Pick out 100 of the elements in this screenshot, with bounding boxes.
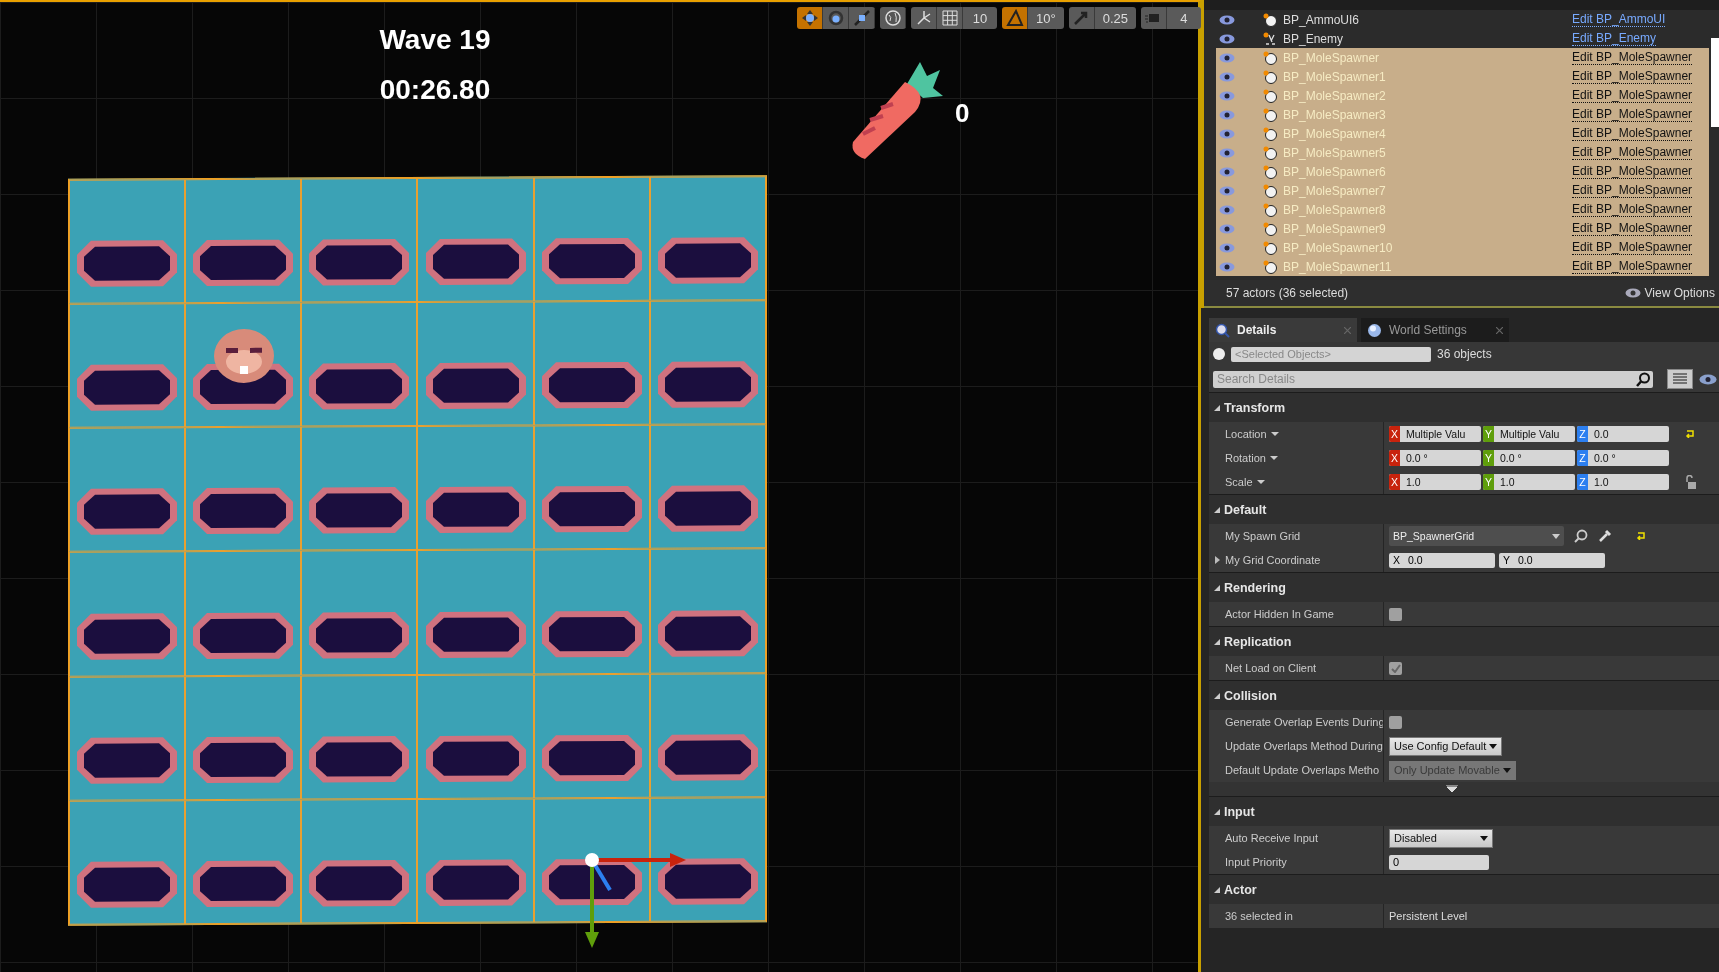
- eye-icon[interactable]: [1219, 223, 1235, 234]
- combo-box[interactable]: Use Config Default: [1389, 736, 1503, 756]
- number-field[interactable]: Y 0.0: [1499, 552, 1605, 568]
- eye-icon[interactable]: [1219, 261, 1235, 272]
- section-header[interactable]: Input: [1224, 804, 1255, 819]
- dropdown[interactable]: Disabled: [1389, 828, 1493, 848]
- number-field[interactable]: Y Multiple Valu: [1483, 426, 1575, 442]
- rotate-tool-button[interactable]: [823, 7, 849, 29]
- number-field[interactable]: Z 0.0 °: [1577, 450, 1669, 466]
- number-field[interactable]: Y 1.0: [1483, 474, 1575, 490]
- section-header[interactable]: Default: [1224, 502, 1267, 517]
- eye-icon[interactable]: [1219, 242, 1235, 253]
- checkbox[interactable]: [1389, 661, 1402, 675]
- eyedropper-icon[interactable]: [1598, 529, 1612, 543]
- search-icon[interactable]: [1636, 371, 1651, 387]
- edit-blueprint-link[interactable]: Edit BP_MoleSpawner: [1572, 88, 1693, 103]
- section-header[interactable]: Replication: [1224, 634, 1292, 649]
- edit-blueprint-link[interactable]: Edit BP_MoleSpawner: [1572, 145, 1693, 160]
- outliner-row[interactable]: BP_MoleSpawner7 Edit BP_MoleSpawner: [1216, 181, 1709, 200]
- snap-value-dropdown[interactable]: 0.25: [1094, 7, 1136, 29]
- number-field[interactable]: Z 1.0: [1577, 474, 1669, 490]
- surface-tool-button[interactable]: [911, 7, 937, 29]
- selected-objects-field[interactable]: <Selected Objects>: [1231, 346, 1431, 362]
- outliner-row[interactable]: BP_MoleSpawner5 Edit BP_MoleSpawner: [1216, 143, 1709, 162]
- outliner-row[interactable]: BP_MoleSpawner10 Edit BP_MoleSpawner: [1216, 238, 1709, 257]
- level-viewport[interactable]: Wave 19 00:26.80 0 10 10° 0.25 4: [0, 0, 1201, 972]
- edit-blueprint-link[interactable]: Edit BP_MoleSpawner: [1572, 126, 1693, 141]
- checkbox[interactable]: [1389, 715, 1402, 729]
- browse-icon[interactable]: [1574, 529, 1588, 543]
- eye-icon[interactable]: [1219, 33, 1235, 44]
- edit-blueprint-link[interactable]: Edit BP_MoleSpawner: [1572, 221, 1693, 236]
- eye-icon[interactable]: [1219, 128, 1235, 139]
- eye-icon[interactable]: [1219, 14, 1235, 25]
- section-header[interactable]: Collision: [1224, 688, 1277, 703]
- section-header[interactable]: Rendering: [1224, 580, 1286, 595]
- caret-icon[interactable]: [1270, 432, 1279, 436]
- outliner-row[interactable]: BP_AmmoUI6 Edit BP_AmmoUI: [1216, 10, 1709, 29]
- outliner-row[interactable]: BP_MoleSpawner9 Edit BP_MoleSpawner: [1216, 219, 1709, 238]
- number-field[interactable]: X Multiple Valu: [1389, 426, 1481, 442]
- number-field[interactable]: Z 0.0: [1577, 426, 1669, 442]
- expand-arrow-icon[interactable]: [1214, 404, 1220, 411]
- grid-tool-button[interactable]: [937, 7, 963, 29]
- edit-blueprint-link[interactable]: Edit BP_MoleSpawner: [1572, 259, 1693, 274]
- outliner-row[interactable]: BP_Enemy Edit BP_Enemy: [1216, 29, 1709, 48]
- snap-value-dropdown[interactable]: 10°: [1028, 7, 1064, 29]
- eye-icon[interactable]: [1219, 166, 1235, 177]
- outliner-row[interactable]: BP_MoleSpawner1 Edit BP_MoleSpawner: [1216, 67, 1709, 86]
- padlock-icon[interactable]: [1685, 475, 1697, 489]
- view-options-button[interactable]: View Options: [1624, 286, 1715, 300]
- eye-icon[interactable]: [1219, 52, 1235, 63]
- expand-arrow-icon[interactable]: [1215, 556, 1220, 564]
- outliner-row[interactable]: BP_MoleSpawner Edit BP_MoleSpawner: [1216, 48, 1709, 67]
- angle-tool-button[interactable]: [1002, 7, 1028, 29]
- section-header[interactable]: Actor: [1224, 882, 1257, 897]
- expand-arrow-icon[interactable]: [1214, 692, 1220, 699]
- edit-blueprint-link[interactable]: Edit BP_MoleSpawner: [1572, 202, 1693, 217]
- close-icon[interactable]: [1496, 326, 1503, 334]
- expand-arrow-icon[interactable]: [1214, 638, 1220, 645]
- number-field[interactable]: 0: [1389, 854, 1489, 870]
- caret-icon[interactable]: [1270, 456, 1278, 460]
- snap-value-dropdown[interactable]: 10: [963, 7, 997, 29]
- number-field[interactable]: X 1.0: [1389, 474, 1481, 490]
- number-field[interactable]: X 0.0: [1389, 552, 1495, 568]
- section-header[interactable]: Transform: [1224, 400, 1286, 415]
- checkbox[interactable]: [1389, 607, 1402, 621]
- number-field[interactable]: Y 0.0 °: [1483, 450, 1575, 466]
- eye-icon[interactable]: [1699, 373, 1717, 385]
- panel-tab[interactable]: World Settings: [1361, 318, 1509, 342]
- expand-arrow-icon[interactable]: [1214, 584, 1220, 591]
- snap-value-dropdown[interactable]: 4: [1167, 7, 1201, 29]
- number-field[interactable]: X 0.0 °: [1389, 450, 1481, 466]
- edit-blueprint-link[interactable]: Edit BP_MoleSpawner: [1572, 183, 1693, 198]
- reset-arrow-icon[interactable]: [1636, 532, 1646, 540]
- outliner-row[interactable]: BP_MoleSpawner2 Edit BP_MoleSpawner: [1216, 86, 1709, 105]
- eye-icon[interactable]: [1219, 204, 1235, 215]
- asset-dropdown[interactable]: BP_SpawnerGrid: [1389, 526, 1564, 546]
- world-tool-button[interactable]: [880, 7, 906, 29]
- edit-blueprint-link[interactable]: Edit BP_MoleSpawner: [1572, 50, 1693, 65]
- expand-arrow-icon[interactable]: [1214, 506, 1220, 513]
- outliner-row[interactable]: BP_MoleSpawner4 Edit BP_MoleSpawner: [1216, 124, 1709, 143]
- edit-blueprint-link[interactable]: Edit BP_AmmoUI: [1572, 12, 1666, 27]
- expand-arrow-icon[interactable]: [1214, 886, 1220, 893]
- reset-arrow-icon[interactable]: [1685, 430, 1695, 438]
- caret-icon[interactable]: [1256, 480, 1265, 484]
- eye-icon[interactable]: [1219, 109, 1235, 120]
- eye-icon[interactable]: [1219, 90, 1235, 101]
- edit-blueprint-link[interactable]: Edit BP_MoleSpawner: [1572, 240, 1693, 255]
- search-field[interactable]: Search Details: [1213, 370, 1653, 388]
- scrollbar-thumb[interactable]: [1711, 38, 1719, 127]
- panel-tab[interactable]: Details: [1209, 318, 1357, 342]
- move-tool-button[interactable]: [797, 7, 823, 29]
- outliner-row[interactable]: BP_MoleSpawner6 Edit BP_MoleSpawner: [1216, 162, 1709, 181]
- scale-tool-button[interactable]: [849, 7, 875, 29]
- eye-icon[interactable]: [1219, 71, 1235, 82]
- expand-arrow-icon[interactable]: [1214, 808, 1220, 815]
- outliner-row[interactable]: BP_MoleSpawner8 Edit BP_MoleSpawner: [1216, 200, 1709, 219]
- scale-snap-tool-button[interactable]: [1068, 7, 1095, 29]
- eye-icon[interactable]: [1219, 147, 1235, 158]
- outliner-row[interactable]: BP_MoleSpawner11 Edit BP_MoleSpawner: [1216, 257, 1709, 276]
- outliner-row[interactable]: BP_MoleSpawner3 Edit BP_MoleSpawner: [1216, 105, 1709, 124]
